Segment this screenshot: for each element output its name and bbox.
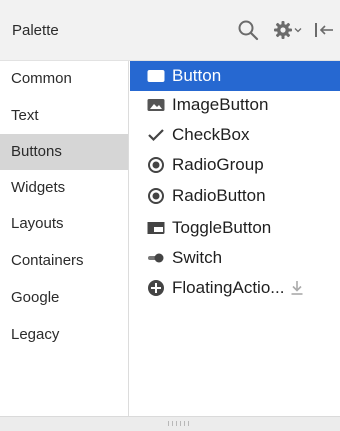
radio-button-icon — [146, 186, 166, 206]
widget-label: RadioButton — [172, 186, 266, 205]
image-button-icon — [146, 95, 166, 115]
collapse-icon[interactable] — [313, 16, 335, 44]
gear-icon[interactable] — [273, 16, 293, 44]
toggle-button-icon — [146, 218, 166, 238]
category-google[interactable]: Google — [0, 280, 128, 316]
widget-label: ToggleButton — [172, 218, 272, 237]
resize-bar[interactable] — [0, 416, 340, 431]
category-layouts[interactable]: Layouts — [0, 206, 128, 242]
widget-item-radiobutton[interactable]: RadioButton — [130, 181, 340, 211]
widget-label: RadioGroup — [172, 155, 264, 174]
widget-item-button[interactable]: Button — [130, 61, 340, 91]
category-label: Common — [11, 70, 72, 87]
button-icon — [146, 66, 166, 86]
widget-item-togglebutton[interactable]: ToggleButton — [130, 213, 340, 243]
search-icon[interactable] — [237, 16, 259, 44]
category-legacy[interactable]: Legacy — [0, 317, 128, 353]
category-label: Buttons — [11, 143, 62, 160]
category-text[interactable]: Text — [0, 98, 128, 134]
plus-circle-icon — [146, 278, 166, 298]
widget-item-radiogroup[interactable]: RadioGroup — [130, 150, 340, 180]
radio-group-icon — [146, 155, 166, 175]
widget-item-floatingactionbutton[interactable]: FloatingActio... — [130, 273, 340, 303]
palette-header: Palette — [0, 0, 340, 61]
widget-label: Button — [172, 66, 222, 85]
category-label: Text — [11, 107, 39, 124]
resize-grip-icon[interactable] — [168, 421, 190, 426]
category-label: Legacy — [11, 326, 60, 343]
category-buttons[interactable]: Buttons — [0, 134, 128, 170]
widget-item-checkbox[interactable]: CheckBox — [130, 120, 340, 150]
widget-list: Button ImageButton CheckBox RadioGroup R… — [130, 61, 340, 416]
widget-label: FloatingActio... — [172, 278, 285, 297]
chevron-down-icon[interactable] — [294, 16, 302, 44]
category-containers[interactable]: Containers — [0, 243, 128, 279]
category-list: Common Text Buttons Widgets Layouts Cont… — [0, 61, 129, 416]
checkmark-icon — [146, 125, 166, 145]
switch-icon — [146, 248, 166, 268]
category-label: Layouts — [11, 215, 64, 232]
category-widgets[interactable]: Widgets — [0, 170, 128, 206]
widget-label: Switch — [172, 248, 223, 267]
widget-label: ImageButton — [172, 95, 269, 114]
category-label: Google — [11, 289, 60, 306]
download-icon[interactable] — [290, 280, 304, 296]
widget-item-imagebutton[interactable]: ImageButton — [130, 90, 340, 120]
widget-item-switch[interactable]: Switch — [130, 243, 340, 273]
category-label: Containers — [11, 252, 84, 269]
category-common[interactable]: Common — [0, 61, 128, 97]
category-label: Widgets — [11, 179, 66, 196]
widget-label: CheckBox — [172, 125, 250, 144]
palette-title: Palette — [12, 22, 59, 39]
